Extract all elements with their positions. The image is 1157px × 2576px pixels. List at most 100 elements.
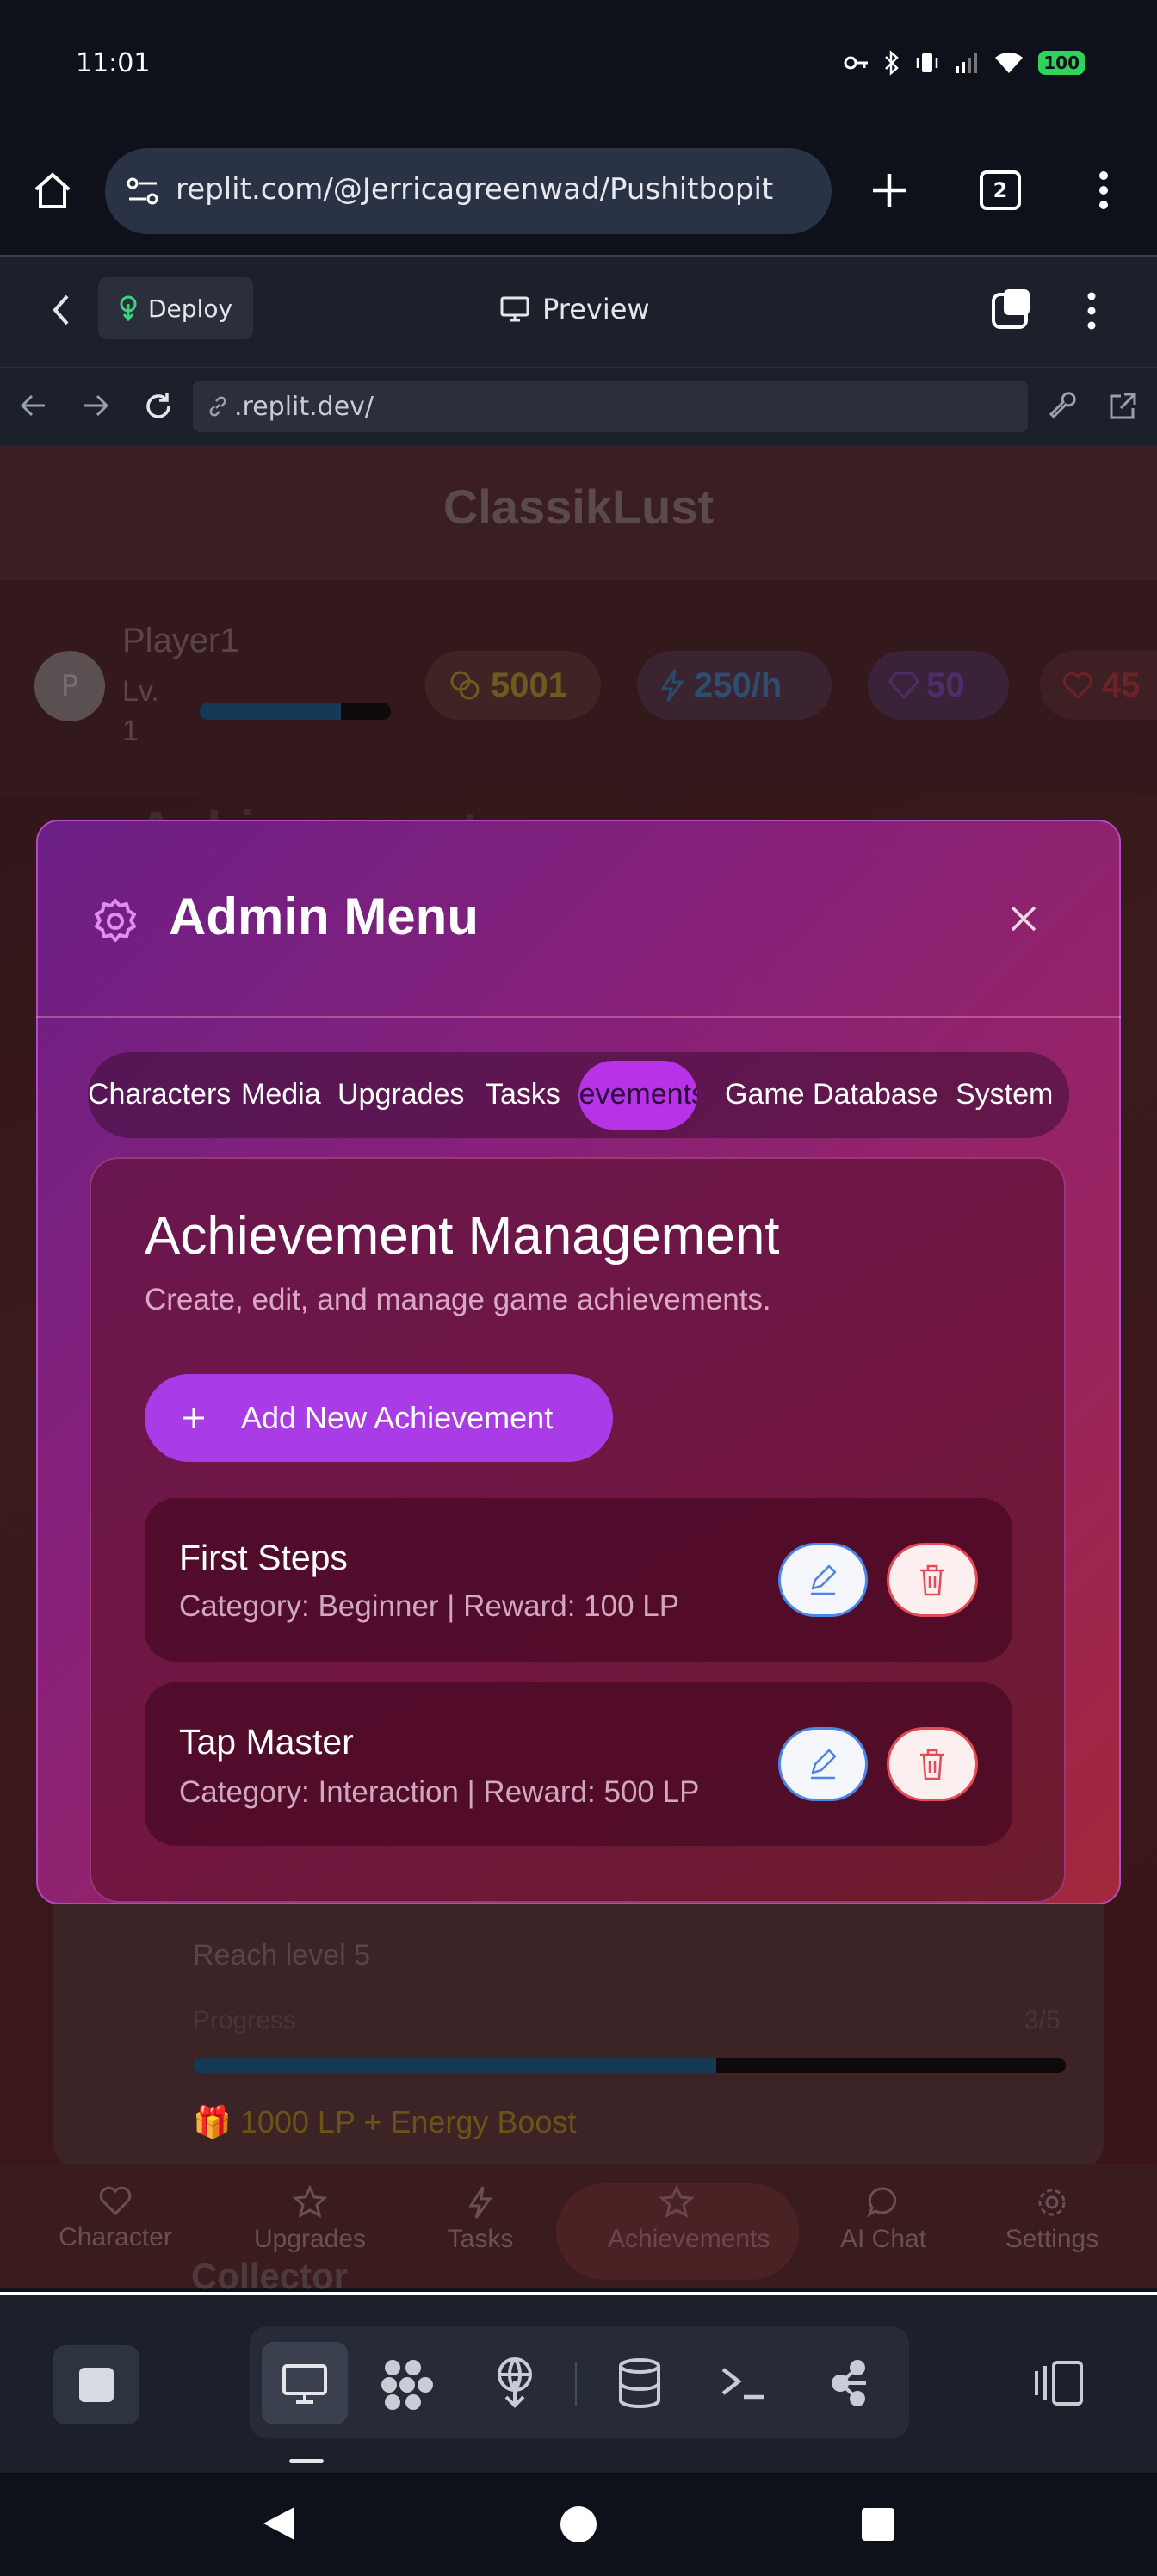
status-bar: 11:01 100 — [0, 0, 1157, 129]
bg-next-title: Collector — [191, 2256, 349, 2296]
stop-button[interactable] — [53, 2345, 139, 2424]
tab-tasks[interactable]: Tasks — [486, 1078, 560, 1112]
hearts-value: 45 — [1102, 666, 1141, 704]
status-icons: 100 — [844, 50, 1085, 76]
tab-switcher[interactable]: 2 — [980, 170, 1021, 210]
achievement-row — [145, 1682, 1012, 1846]
bg-progress-bar — [193, 2058, 1066, 2073]
system-back-icon[interactable] — [260, 2504, 298, 2543]
deploy-button[interactable]: Deploy — [98, 277, 253, 339]
shell-icon[interactable] — [720, 2364, 768, 2402]
back-chevron-icon[interactable] — [50, 293, 72, 327]
edit-button[interactable] — [778, 1727, 868, 1801]
nav-ai-chat[interactable]: AI Chat — [814, 2185, 952, 2254]
coins-value: 5001 — [491, 666, 567, 704]
gems-badge: 50 — [868, 651, 1009, 720]
trash-icon — [920, 1749, 944, 1780]
tab-media[interactable]: Media — [241, 1078, 321, 1112]
nav-achievements[interactable]: Achievements — [608, 2185, 770, 2254]
system-home-icon[interactable] — [560, 2505, 597, 2543]
dock-tools — [250, 2326, 909, 2438]
player-name: Player1 — [122, 622, 239, 659]
git-icon[interactable] — [828, 2357, 873, 2409]
nav-back-icon[interactable] — [19, 393, 48, 418]
card-title: Achievement Management — [145, 1206, 780, 1266]
nav-upgrades[interactable]: Upgrades — [241, 2185, 379, 2254]
plus-icon — [183, 1408, 204, 1428]
gem-icon — [888, 672, 919, 700]
key-icon — [844, 56, 869, 70]
dock-divider — [575, 2362, 577, 2406]
windows-icon[interactable] — [990, 286, 1036, 332]
coins-badge: 5001 — [425, 651, 601, 720]
nav-label-ai-chat: AI Chat — [839, 2225, 927, 2253]
database-icon[interactable] — [616, 2357, 663, 2409]
bg-progress-fill — [193, 2058, 717, 2073]
pencil-icon — [811, 1749, 837, 1780]
nav-tasks[interactable]: Tasks — [411, 2185, 549, 2254]
tab-characters[interactable]: Characters — [88, 1078, 231, 1112]
close-icon[interactable] — [1009, 904, 1038, 933]
nav-settings[interactable]: Settings — [983, 2185, 1121, 2254]
achievement-meta: Category: Beginner | Reward: 100 LP — [179, 1589, 680, 1623]
site-settings-icon[interactable] — [126, 176, 160, 207]
monitor-icon — [500, 296, 529, 322]
achievement-row — [145, 1498, 1012, 1662]
nav-forward-icon[interactable] — [81, 393, 110, 418]
devtools-wrench-icon[interactable] — [1049, 391, 1080, 422]
address-field[interactable]: .replit.dev/ — [193, 381, 1028, 432]
hearts-badge: 45 — [1040, 651, 1157, 720]
more-vert-icon[interactable] — [1093, 169, 1114, 212]
tab-game-database[interactable]: Game Database — [725, 1078, 938, 1112]
add-achievement-button[interactable]: Add New Achievement — [145, 1374, 613, 1462]
settings-gear-icon — [1038, 2189, 1066, 2216]
nav-character[interactable]: Character — [46, 2185, 184, 2252]
replit-more-icon[interactable] — [1081, 291, 1102, 331]
tab-achievements-label: Achievements — [578, 1078, 697, 1111]
edit-button[interactable] — [778, 1543, 868, 1617]
add-achievement-label: Add New Achievement — [241, 1400, 554, 1435]
gear-icon — [95, 899, 136, 942]
tab-system[interactable]: System — [956, 1078, 1053, 1112]
stop-icon — [79, 2368, 114, 2402]
bg-reward: 🎁 1000 LP + Energy Boost — [193, 2104, 577, 2139]
avatar: P — [34, 651, 105, 721]
tab-achievements[interactable]: Achievements — [578, 1061, 697, 1130]
bg-progress-label: Progress — [193, 2006, 297, 2034]
nav-label-upgrades: Upgrades — [253, 2225, 367, 2253]
achievement-name: Tap Master — [179, 1722, 354, 1762]
tab-upgrades[interactable]: Upgrades — [337, 1078, 464, 1112]
panels-icon[interactable] — [1033, 2359, 1086, 2407]
heart-icon — [1062, 672, 1093, 700]
system-recents-icon[interactable] — [861, 2507, 895, 2542]
coins-icon — [450, 671, 480, 700]
address-text: .replit.dev/ — [234, 391, 374, 422]
rate-badge: 250/h — [637, 651, 832, 720]
home-icon[interactable] — [31, 169, 74, 212]
bluetooth-icon — [885, 50, 900, 76]
reload-icon[interactable] — [141, 389, 176, 424]
achievements-star-icon — [659, 2185, 694, 2218]
preview-tab[interactable]: Preview — [499, 293, 650, 325]
xp-bar — [200, 703, 391, 720]
agent-icon[interactable] — [379, 2357, 436, 2411]
gems-value: 50 — [926, 666, 965, 704]
lightning-icon — [660, 669, 684, 702]
chat-bubble-icon — [867, 2187, 897, 2218]
deployments-icon[interactable] — [491, 2356, 539, 2409]
nav-label-achievements: Achievements — [608, 2225, 770, 2253]
card-subtitle: Create, edit, and manage game achievemen… — [145, 1283, 771, 1316]
link-icon — [209, 396, 226, 417]
preview-label: Preview — [542, 293, 650, 325]
open-external-icon[interactable] — [1107, 391, 1138, 422]
bg-progress-value: 3/5 — [1024, 2006, 1061, 2034]
preview-monitor-icon[interactable] — [281, 2362, 329, 2406]
xp-bar-fill — [200, 703, 342, 720]
new-tab-icon[interactable] — [869, 170, 909, 210]
delete-button[interactable] — [887, 1543, 978, 1617]
delete-button[interactable] — [887, 1727, 978, 1801]
clock: 11:01 — [76, 48, 151, 78]
nav-label-character: Character — [59, 2223, 172, 2251]
achievement-name: First Steps — [179, 1538, 348, 1577]
wifi-icon — [995, 52, 1024, 73]
